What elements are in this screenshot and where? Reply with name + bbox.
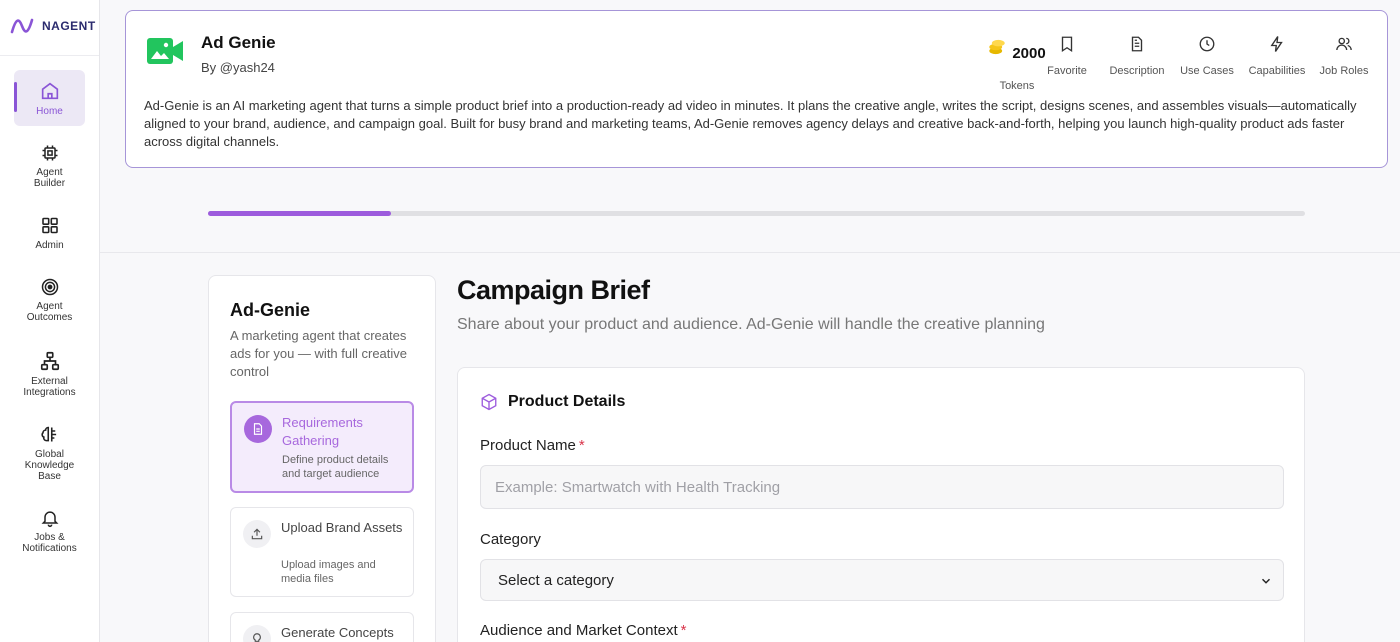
bell-icon — [41, 511, 58, 528]
step-label: Upload Brand Assets — [281, 520, 403, 535]
steps-panel-subtitle: A marketing agent that creates ads for y… — [230, 328, 408, 379]
sidebar-item-label: External Integrations — [23, 376, 76, 398]
steps-panel: Ad-Genie A marketing agent that creates … — [208, 275, 436, 642]
use-cases-label: Use Cases — [1180, 65, 1234, 77]
required-mark: * — [578, 437, 585, 454]
progress-bar — [208, 211, 1305, 216]
grid-icon — [41, 217, 58, 234]
job-roles-button[interactable]: Job Roles — [1304, 35, 1384, 77]
wave-logo-icon — [10, 18, 34, 34]
upload-icon — [251, 528, 263, 540]
agent-author: By @yash24 — [201, 60, 275, 75]
product-name-label-text: Product Name — [480, 437, 576, 454]
section-header: Product Details — [480, 393, 625, 411]
step-label: Generate Concepts — [281, 625, 394, 640]
category-select[interactable]: Select a category — [480, 559, 1284, 601]
sidebar-item-jobs-notifications[interactable]: Jobs & Notifications — [14, 508, 85, 554]
category-selected-value: Select a category — [498, 571, 614, 589]
job-roles-label: Job Roles — [1319, 65, 1369, 77]
use-cases-button[interactable]: Use Cases — [1167, 35, 1247, 77]
brain-icon — [40, 426, 56, 442]
step-upload-brand-assets[interactable]: Upload Brand Assets Upload images and me… — [230, 507, 414, 597]
description-label: Description — [1109, 65, 1165, 77]
product-details-card: Product Details Product Name* Category S… — [457, 367, 1305, 642]
sidebar-item-label: Admin — [35, 240, 64, 251]
steps-panel-title: Ad-Genie — [230, 300, 311, 320]
target-icon — [41, 278, 58, 296]
step-icon — [244, 415, 272, 443]
sidebar-item-label: Agent Outcomes — [26, 301, 73, 323]
favorite-button[interactable]: Favorite — [1027, 35, 1107, 77]
audience-label: Audience and Market Context * — [480, 622, 686, 639]
progress-fill — [208, 211, 392, 216]
capabilities-label: Capabilities — [1248, 65, 1306, 77]
sidebar-item-agent-outcomes[interactable]: Agent Outcomes — [14, 277, 85, 323]
description-button[interactable]: Description — [1097, 35, 1177, 77]
sidebar-item-label: Jobs & Notifications — [22, 532, 77, 554]
step-requirements-gathering[interactable]: Requirements Gathering Define product de… — [230, 401, 414, 493]
favorite-label: Favorite — [1047, 65, 1087, 77]
product-name-input[interactable] — [480, 465, 1284, 509]
chevron-down-icon — [1261, 578, 1271, 584]
document-icon — [1131, 36, 1143, 52]
sidebar-item-agent-builder[interactable]: Agent Builder — [14, 143, 85, 189]
coins-icon — [989, 39, 1006, 55]
sidebar-item-home[interactable]: Home — [14, 70, 85, 126]
chip-icon — [42, 145, 57, 161]
document-icon — [253, 423, 263, 435]
tokens-label: Tokens — [999, 80, 1035, 92]
sidebar-item-label: Home — [36, 106, 63, 117]
lightbulb-icon — [253, 633, 261, 642]
video-camera-icon — [147, 38, 183, 64]
step-icon — [243, 520, 271, 548]
agent-description: Ad-Genie is an AI marketing agent that t… — [144, 98, 1357, 149]
required-mark: * — [680, 622, 687, 639]
logo-text: NAGENT — [42, 19, 96, 33]
logo-divider — [0, 55, 99, 56]
sidebar-item-external-integrations[interactable]: External Integrations — [14, 350, 85, 398]
section-divider — [100, 252, 1400, 253]
step-description: Define product details and target audien… — [282, 454, 389, 480]
users-icon — [1336, 37, 1352, 51]
sidebar-item-admin[interactable]: Admin — [14, 215, 85, 251]
bookmark-icon — [1061, 36, 1073, 53]
step-description: Upload images and media files — [281, 559, 376, 585]
sidebar-item-global-knowledge-base[interactable]: Global Knowledge Base — [14, 424, 85, 482]
sidebar-item-label: Agent Builder — [33, 167, 66, 189]
product-name-label: Product Name * — [480, 437, 585, 454]
cube-icon — [481, 393, 497, 411]
page-subtitle: Share about your product and audience. A… — [457, 316, 1045, 333]
step-icon — [243, 625, 271, 642]
lightning-icon — [1270, 36, 1283, 52]
home-icon — [41, 82, 58, 100]
category-label: Category — [480, 531, 541, 548]
sidebar: NAGENT Home Agent Builder Admin Agent Ou… — [0, 0, 100, 642]
sidebar-item-label: Global Knowledge Base — [24, 449, 75, 482]
logo[interactable]: NAGENT — [10, 14, 96, 38]
agent-header-card: Ad Genie By @yash24 2000 Tokens Favorite… — [125, 10, 1388, 168]
step-label: Requirements Gathering — [282, 415, 363, 448]
clock-icon — [1199, 36, 1215, 52]
hierarchy-icon — [40, 351, 59, 371]
section-title: Product Details — [508, 393, 626, 410]
audience-label-text: Audience and Market Context — [480, 622, 678, 639]
page-title: Campaign Brief — [457, 275, 650, 305]
agent-title: Ad Genie — [201, 33, 276, 52]
step-generate-concepts[interactable]: Generate Concepts — [230, 612, 414, 642]
